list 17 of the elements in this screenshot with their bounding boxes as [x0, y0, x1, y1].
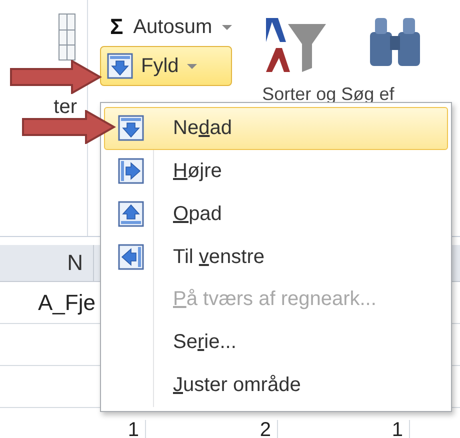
caret-icon [222, 24, 232, 30]
group-label: ter [54, 96, 77, 119]
table-cell-text: A_Fje [37, 290, 96, 316]
menu-item[interactable]: Højre [104, 150, 448, 193]
autosum-button[interactable]: Σ Autosum [100, 14, 232, 40]
table-icon [57, 12, 77, 62]
caret-icon [186, 64, 197, 68]
table-cell: 1 [0, 420, 146, 438]
menu-item[interactable]: Juster område [104, 364, 448, 408]
table-cell: 1 [278, 420, 410, 438]
menu-item[interactable]: Til venstre [104, 236, 448, 278]
column-header[interactable]: N [0, 245, 94, 281]
fill-button[interactable]: Fyld [100, 46, 232, 86]
menu-item[interactable]: Opad [104, 192, 448, 236]
table-cell: 2 [146, 420, 278, 438]
menu-item[interactable]: Nedad [104, 107, 448, 150]
menu-item[interactable]: Serie... [104, 321, 448, 364]
